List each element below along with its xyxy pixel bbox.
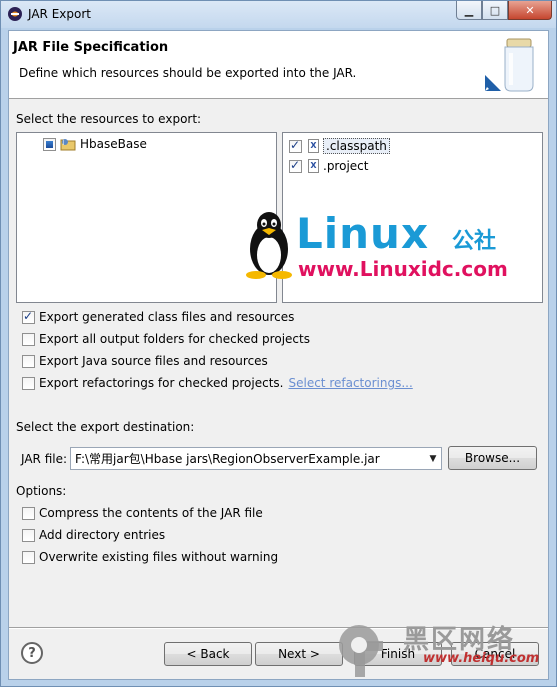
option-label: Export all output folders for checked pr…: [39, 332, 310, 346]
export-output-folders-checkbox[interactable]: [22, 332, 35, 346]
watermark-corner-url: www.heiqu.com: [423, 651, 540, 666]
file-item-classpath[interactable]: X .classpath: [289, 138, 390, 154]
file-checkbox[interactable]: [289, 158, 302, 173]
tree-item-label: HbaseBase: [80, 137, 147, 151]
watermark-cn-text: 公社: [452, 229, 497, 254]
option-label: Export refactorings for checked projects…: [39, 376, 284, 390]
close-button[interactable]: ✕: [508, 1, 552, 20]
file-label: .classpath: [323, 138, 390, 154]
export-class-files-option[interactable]: Export generated class files and resourc…: [22, 309, 295, 324]
tree-item-hbasebase[interactable]: J HbaseBase: [43, 137, 147, 151]
window-controls: ▁ □ ✕: [456, 1, 552, 20]
wizard-header: JAR File Specification Define which reso…: [9, 31, 548, 99]
xml-file-icon: X: [308, 139, 319, 153]
tux-penguin-icon: [246, 212, 292, 279]
window-title: JAR Export: [28, 7, 91, 21]
directory-entries-checkbox[interactable]: [22, 528, 35, 542]
compress-option[interactable]: Compress the contents of the JAR file: [22, 506, 263, 520]
back-button[interactable]: < Back: [164, 642, 252, 666]
chevron-down-icon[interactable]: ▼: [425, 454, 441, 464]
heiqu-watermark: 黑区网络 www.heiqu.com: [331, 619, 556, 685]
page-title: JAR File Specification: [13, 40, 169, 55]
compress-checkbox[interactable]: [22, 506, 35, 520]
tree-item-checkbox[interactable]: [43, 137, 56, 151]
option-label: Add directory entries: [39, 528, 166, 542]
directory-entries-option[interactable]: Add directory entries: [22, 528, 165, 542]
export-refactorings-checkbox[interactable]: [22, 376, 35, 390]
file-checkbox[interactable]: [289, 138, 302, 153]
dialog-body: JAR File Specification Define which reso…: [8, 30, 549, 680]
svg-text:J: J: [62, 140, 64, 146]
export-refactorings-option[interactable]: Export refactorings for checked projects…: [22, 376, 413, 390]
minimize-button[interactable]: ▁: [456, 1, 482, 20]
page-description: Define which resources should be exporte…: [19, 66, 357, 80]
jar-icon: [485, 38, 534, 92]
option-label: Export Java source files and resources: [39, 354, 268, 368]
maximize-button[interactable]: □: [482, 1, 508, 20]
watermark-logo-icon: [339, 625, 383, 677]
export-java-source-checkbox[interactable]: [22, 354, 35, 368]
overwrite-checkbox[interactable]: [22, 550, 35, 564]
options-label: Options:: [16, 484, 67, 498]
xml-file-icon: X: [308, 159, 319, 173]
export-java-source-option[interactable]: Export Java source files and resources: [22, 354, 268, 368]
jar-file-label: JAR file:: [21, 452, 68, 466]
overwrite-option[interactable]: Overwrite existing files without warning: [22, 550, 278, 564]
browse-button[interactable]: Browse...: [448, 446, 537, 470]
option-label: Compress the contents of the JAR file: [39, 506, 263, 520]
watermark-linux-text: Linux: [296, 209, 430, 258]
select-refactorings-link[interactable]: Select refactorings...: [288, 376, 412, 390]
linux-watermark: Linux 公社 www.Linuxidc.com: [242, 209, 522, 291]
eclipse-icon: [8, 7, 22, 21]
title-bar[interactable]: JAR Export ▁ □ ✕: [1, 1, 556, 28]
destination-label: Select the export destination:: [16, 420, 195, 434]
jar-file-input[interactable]: F:\常用jar包\Hbase jars\RegionObserverExamp…: [71, 450, 425, 467]
export-class-files-checkbox[interactable]: [22, 309, 35, 324]
jar-export-window: JAR Export ▁ □ ✕ JAR File Specification …: [0, 0, 557, 687]
next-button[interactable]: Next >: [255, 642, 343, 666]
resources-label: Select the resources to export:: [16, 112, 202, 126]
option-label: Overwrite existing files without warning: [39, 550, 279, 564]
file-label: .project: [323, 159, 369, 173]
jar-file-combo[interactable]: F:\常用jar包\Hbase jars\RegionObserverExamp…: [70, 447, 442, 470]
project-tree[interactable]: J HbaseBase: [16, 132, 277, 303]
java-project-icon: J: [60, 139, 76, 151]
file-item-project[interactable]: X .project: [289, 158, 369, 173]
help-icon[interactable]: ?: [21, 642, 43, 664]
watermark-url: www.Linuxidc.com: [298, 257, 508, 281]
export-output-folders-option[interactable]: Export all output folders for checked pr…: [22, 332, 310, 346]
option-label: Export generated class files and resourc…: [39, 310, 295, 324]
